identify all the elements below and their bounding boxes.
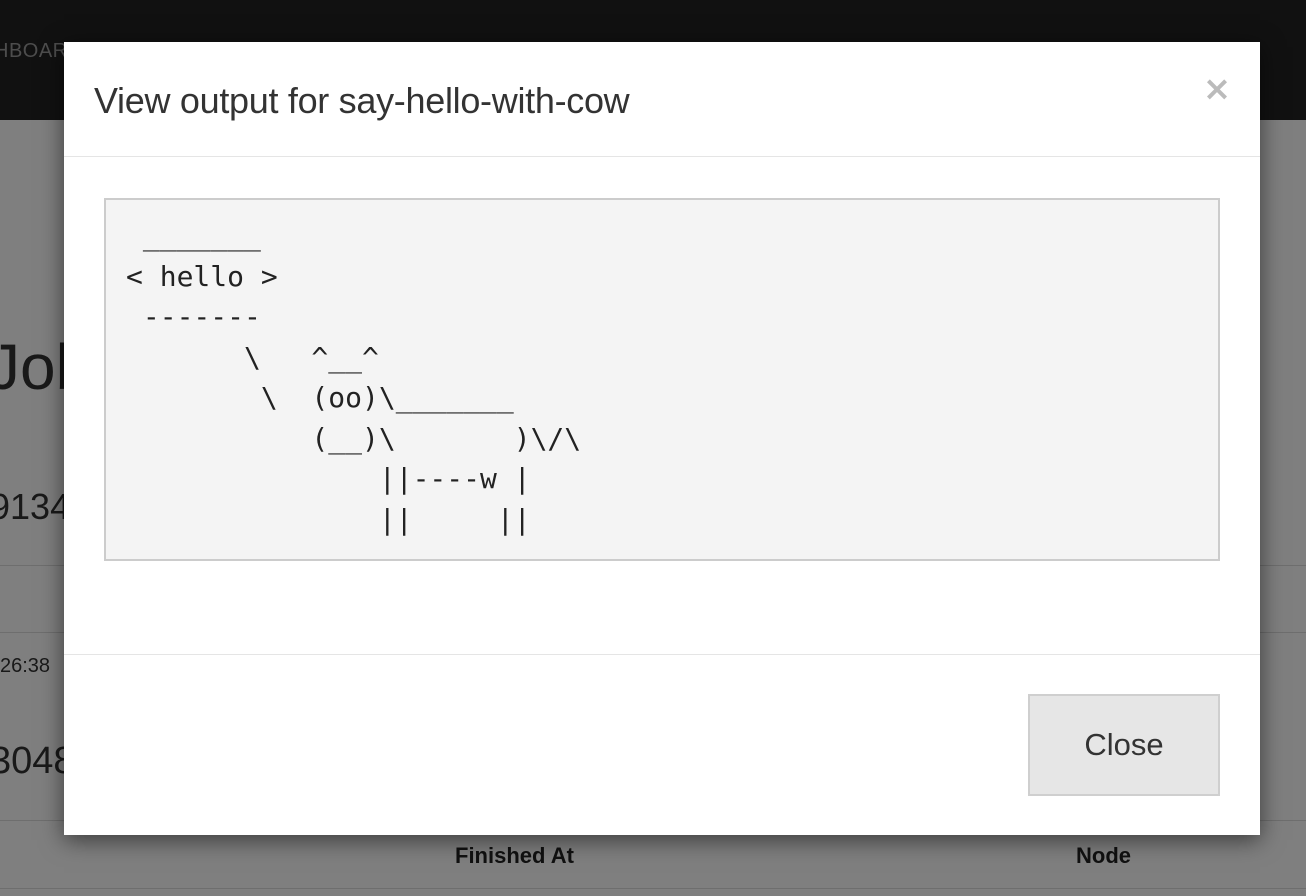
close-icon[interactable]: × xyxy=(1202,69,1232,109)
modal-title: View output for say-hello-with-cow xyxy=(94,80,630,121)
modal-body: _______ < hello > ------- \ ^__^ \ (oo)\… xyxy=(64,157,1260,655)
modal-footer: Close xyxy=(64,655,1260,835)
close-button[interactable]: Close xyxy=(1028,694,1220,796)
output-box: _______ < hello > ------- \ ^__^ \ (oo)\… xyxy=(104,198,1220,561)
output-modal: View output for say-hello-with-cow × ___… xyxy=(64,42,1260,835)
modal-header: View output for say-hello-with-cow × xyxy=(64,42,1260,157)
output-text: _______ < hello > ------- \ ^__^ \ (oo)\… xyxy=(126,219,582,536)
